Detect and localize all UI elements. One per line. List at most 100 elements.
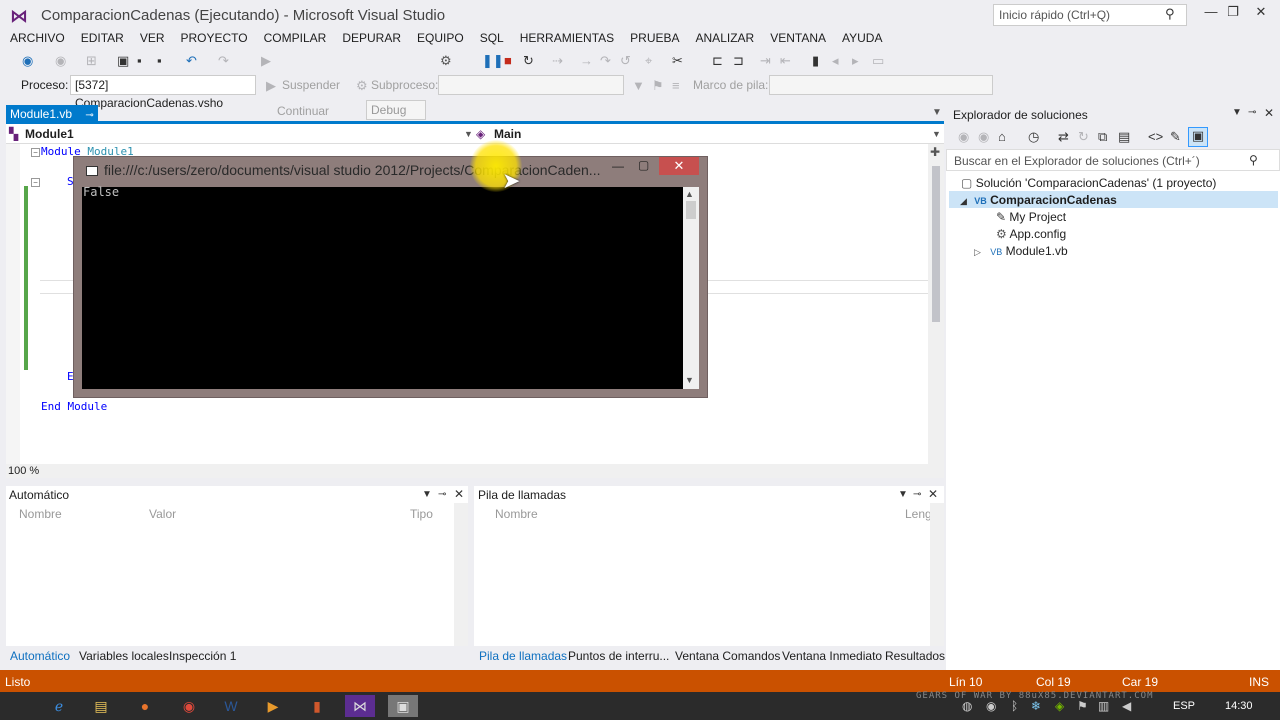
continue-icon[interactable]: ▶ <box>261 53 271 69</box>
chevron-down-icon[interactable]: ▼ <box>422 489 432 500</box>
powerpoint-icon[interactable]: ▮ <box>302 695 332 717</box>
collapse-icon[interactable]: − <box>31 178 40 187</box>
menu-compilar[interactable]: COMPILAR <box>256 30 335 46</box>
volume-icon[interactable]: ◀ <box>1122 699 1131 713</box>
scroll-thumb[interactable] <box>932 166 940 322</box>
console-minimize-button[interactable]: — <box>612 159 624 173</box>
chevron-up-icon[interactable]: ▲ <box>685 189 694 199</box>
console-scrollbar[interactable]: ▲ ▼ <box>683 187 699 389</box>
tray-app-icon[interactable]: ◍ <box>962 699 972 713</box>
suspend-icon[interactable]: ▶ <box>266 78 276 94</box>
suspend-button[interactable]: Suspender <box>282 78 340 92</box>
chevron-down-icon[interactable]: ▼ <box>464 126 473 143</box>
file-explorer-icon[interactable]: ▤ <box>86 695 116 717</box>
column-header-language[interactable]: Leng <box>905 507 932 521</box>
menu-archivo[interactable]: ARCHIVO <box>0 30 73 46</box>
close-button[interactable]: ✕ <box>1248 4 1274 24</box>
stop-icon[interactable]: ■ <box>504 53 512 69</box>
collapse-icon[interactable]: − <box>31 148 40 157</box>
console-output-area[interactable] <box>82 187 683 389</box>
collapsed-arrow-icon[interactable]: ▷ <box>974 247 981 257</box>
scroll-thumb[interactable] <box>686 201 696 219</box>
column-header-type[interactable]: Tipo <box>410 507 433 521</box>
search-icon[interactable]: ⚲ <box>1165 6 1175 22</box>
tab-dropdown-icon[interactable]: ▼ <box>932 107 942 118</box>
menu-ventana[interactable]: VENTANA <box>762 30 834 46</box>
menu-ver[interactable]: VER <box>132 30 173 46</box>
view-code-icon[interactable]: <> <box>1148 129 1163 145</box>
word-icon[interactable]: W <box>216 695 246 717</box>
configuration-select[interactable]: Debug <box>366 100 426 120</box>
thread-select[interactable] <box>438 75 624 95</box>
autos-scrollbar[interactable] <box>454 503 468 646</box>
menu-analizar[interactable]: ANALIZAR <box>688 30 763 46</box>
thread-icon[interactable]: ⚙ <box>356 78 368 94</box>
tree-item-module1-vb[interactable]: ▷ VB Module1.vb <box>974 243 1068 260</box>
column-header-value[interactable]: Valor <box>149 507 176 521</box>
pin-icon[interactable]: ⊸ <box>438 489 446 500</box>
nvidia-icon[interactable]: ◈ <box>1055 699 1064 713</box>
visual-studio-taskbar-icon[interactable]: ⋈ <box>345 695 375 717</box>
sync-icon[interactable]: ⇄ <box>1058 129 1069 145</box>
breakpoint-icon[interactable]: ✂ <box>672 53 683 69</box>
bluetooth-icon[interactable]: ᛒ <box>1011 699 1018 713</box>
chevron-down-icon[interactable]: ▼ <box>1232 107 1242 118</box>
flag-icon[interactable]: ⚑ <box>652 78 664 94</box>
attach-icon[interactable]: ⚙ <box>440 53 452 69</box>
forward-icon[interactable]: ◉ <box>978 129 989 145</box>
clock[interactable]: 14:30 <box>1225 700 1253 712</box>
stack-frame-select[interactable] <box>769 75 993 95</box>
continue-button[interactable]: Continuar <box>277 104 329 118</box>
expanded-arrow-icon[interactable]: ◢ <box>960 196 967 206</box>
preview-icon[interactable]: ▣ <box>1188 127 1208 147</box>
comment-icon[interactable]: ⊏ <box>712 53 723 69</box>
pin-icon[interactable]: ⊸ <box>85 110 93 121</box>
menu-proyecto[interactable]: PROYECTO <box>173 30 256 46</box>
restart-icon[interactable]: ↻ <box>523 53 534 69</box>
solution-explorer-search-input[interactable]: Buscar en el Explorador de soluciones (C… <box>946 149 1280 171</box>
firefox-icon[interactable]: ● <box>130 695 160 717</box>
internet-explorer-icon[interactable]: ℯ <box>44 695 74 717</box>
menu-ayuda[interactable]: AYUDA <box>834 30 890 46</box>
media-player-icon[interactable]: ▶ <box>258 695 288 717</box>
show-next-statement-icon[interactable]: ⇢ <box>552 53 563 69</box>
column-header-name[interactable]: Nombre <box>495 507 538 521</box>
tree-item-project[interactable]: ◢ VB ComparacionCadenas <box>960 192 1117 209</box>
pin-icon[interactable]: ⊸ <box>913 489 921 500</box>
uncomment-icon[interactable]: ⊐ <box>733 53 744 69</box>
language-indicator[interactable]: ESP <box>1173 700 1195 712</box>
save-icon[interactable]: ▪ <box>137 53 142 69</box>
tab-breakpoints[interactable]: Puntos de interru... <box>568 649 669 663</box>
pin-icon[interactable]: ⊸ <box>1248 107 1256 118</box>
save-all-icon[interactable]: ▪ <box>157 53 162 69</box>
step-into-icon[interactable]: → <box>580 53 593 69</box>
close-icon[interactable]: ✕ <box>928 487 938 501</box>
properties-icon[interactable]: ✎ <box>1170 129 1181 145</box>
step-out-icon[interactable]: ↺ <box>620 53 631 69</box>
tree-item-my-project[interactable]: ✎ My Project <box>996 209 1066 225</box>
console-maximize-button[interactable]: ▢ <box>638 158 649 172</box>
tab-locals[interactable]: Variables locales <box>79 649 169 663</box>
refresh-icon[interactable]: ↻ <box>1078 129 1089 145</box>
prev-bookmark-icon[interactable]: ◂ <box>832 53 839 69</box>
home-icon[interactable]: ⌂ <box>998 129 1006 145</box>
console-close-button[interactable]: ✕ <box>659 157 699 175</box>
menu-herramientas[interactable]: HERRAMIENTAS <box>512 30 622 46</box>
editor-horizontal-scrollbar[interactable] <box>6 464 944 478</box>
tree-item-app-config[interactable]: ⚙ App.config <box>996 226 1066 242</box>
menu-prueba[interactable]: PRUEBA <box>622 30 687 46</box>
menu-depurar[interactable]: DEPURAR <box>334 30 409 46</box>
open-icon[interactable]: ▣ <box>117 53 129 69</box>
tab-watch-1[interactable]: Inspección 1 <box>169 649 236 663</box>
tree-item-solution[interactable]: ▢ Solución 'ComparacionCadenas' (1 proye… <box>961 175 1216 191</box>
bookmark-icon[interactable]: ▮ <box>812 53 819 69</box>
threads-icon[interactable]: ≡ <box>672 78 680 94</box>
network-icon[interactable]: ▥ <box>1098 699 1109 713</box>
clear-bookmarks-icon[interactable]: ▭ <box>872 53 884 69</box>
tab-immediate-window[interactable]: Ventana Inmediato <box>782 649 882 663</box>
outdent-icon[interactable]: ⇤ <box>780 53 791 69</box>
editor-vertical-scrollbar[interactable] <box>928 144 944 464</box>
indent-icon[interactable]: ⇥ <box>760 53 771 69</box>
tray-norton-icon[interactable]: ◉ <box>986 699 996 713</box>
process-select[interactable]: [5372] ComparacionCadenas.vsho <box>70 75 256 110</box>
